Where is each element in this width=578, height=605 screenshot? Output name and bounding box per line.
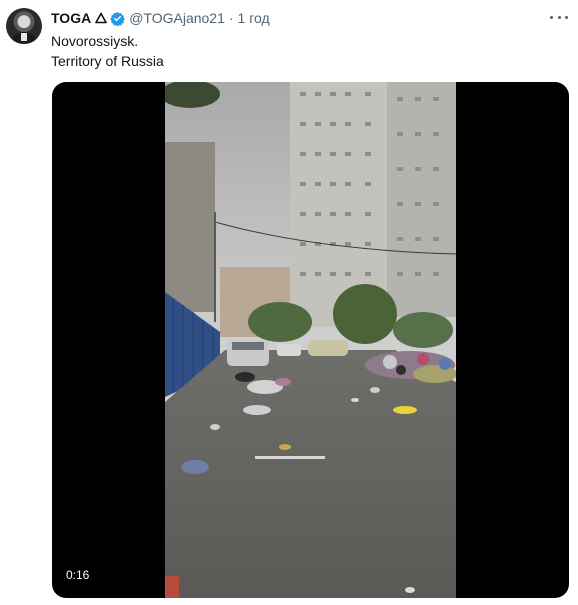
video-player[interactable]: 0:16 [52,82,569,598]
user-handle[interactable]: @TOGAjano21 [129,10,225,26]
tweet-text-line-1: Novorossiysk. [51,33,139,49]
video-frame[interactable] [165,82,456,598]
separator-dot: · [228,10,234,26]
tweet-text: Novorossiysk. Territory of Russia [51,31,164,71]
tweet-text-line-2: Territory of Russia [51,53,164,69]
avatar-collar [21,33,27,41]
video-duration: 0:16 [66,568,90,582]
more-options-icon[interactable] [550,12,568,22]
tweet[interactable]: TOGA @TOGAjano21 · 1 год Novorossiysk. T… [0,0,578,605]
video-still-street-scene [165,82,456,598]
avatar[interactable] [6,8,42,44]
triangle-icon [95,12,108,24]
timestamp-link[interactable]: 1 год [238,10,270,26]
display-name[interactable]: TOGA [51,10,91,26]
verified-badge-icon [110,11,125,26]
tweet-header: TOGA @TOGAjano21 · 1 год [51,9,270,27]
